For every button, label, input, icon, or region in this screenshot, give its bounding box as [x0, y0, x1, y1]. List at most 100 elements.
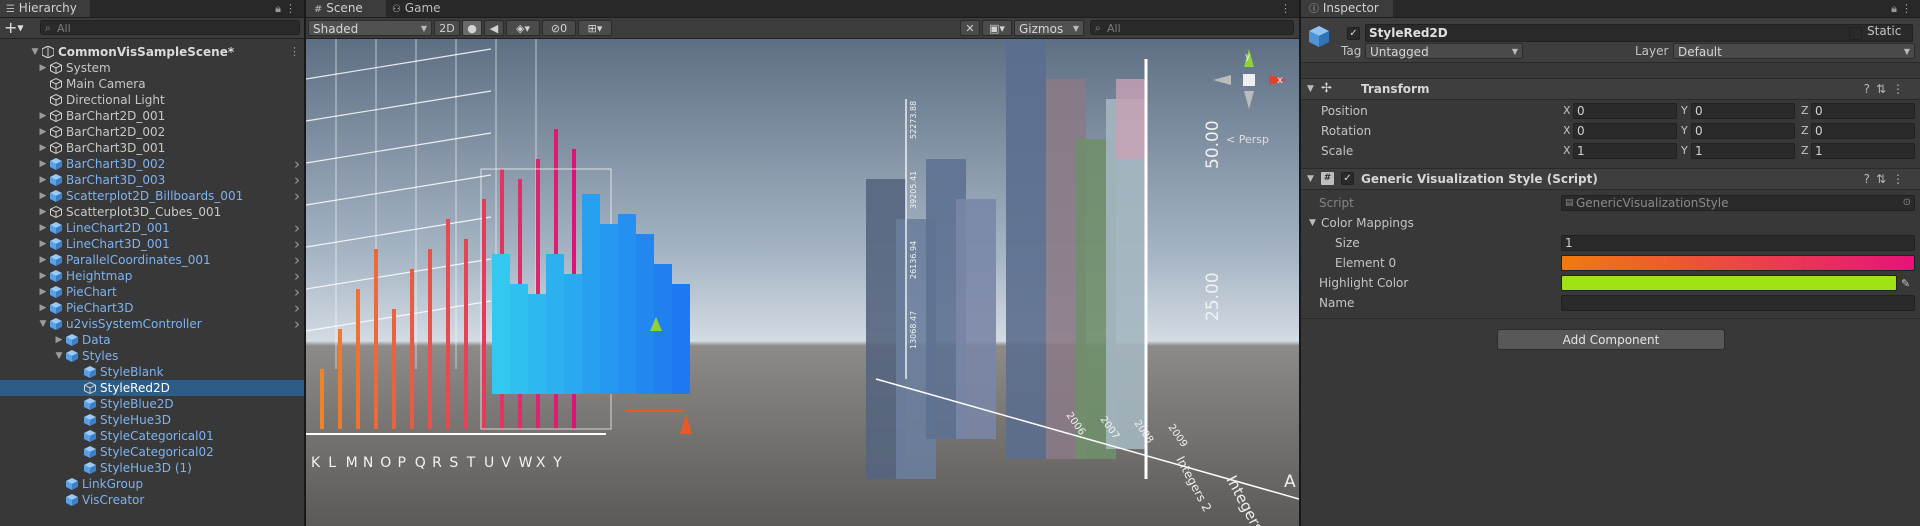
- highlight-color-field[interactable]: [1561, 275, 1897, 291]
- lighting-toggle[interactable]: ●: [462, 20, 482, 36]
- expand-right-icon[interactable]: ▶: [38, 188, 48, 204]
- gradient-field[interactable]: [1561, 255, 1915, 271]
- position-z-field[interactable]: 0: [1811, 103, 1915, 119]
- hierarchy-item[interactable]: ▼ u2visSystemController ›: [0, 316, 304, 332]
- expand-right-icon[interactable]: ▶: [38, 220, 48, 236]
- hierarchy-item[interactable]: ▶ Heightmap ›: [0, 268, 304, 284]
- help-icon[interactable]: ?: [1864, 172, 1876, 186]
- hierarchy-item[interactable]: ▶ PieChart3D ›: [0, 300, 304, 316]
- hierarchy-item[interactable]: ▶ Scatterplot3D_Cubes_001: [0, 204, 304, 220]
- camera-dropdown[interactable]: ▣▾: [982, 20, 1012, 36]
- expand-right-icon[interactable]: ▶: [38, 156, 48, 172]
- lock-icon[interactable]: 🔒︎: [275, 2, 285, 15]
- toggle-2d-button[interactable]: 2D: [434, 20, 460, 36]
- expand-right-icon[interactable]: ▶: [38, 300, 48, 316]
- hierarchy-search-input[interactable]: ⌕ All: [40, 20, 300, 35]
- layer-dropdown[interactable]: Default ▼: [1673, 43, 1915, 59]
- scene-search-input[interactable]: ⌕ All: [1090, 20, 1294, 35]
- hierarchy-item[interactable]: ▶ ParallelCoordinates_001 ›: [0, 252, 304, 268]
- audio-toggle[interactable]: ◀: [484, 20, 504, 36]
- color-mappings-row[interactable]: ▼ Color Mappings: [1301, 214, 1920, 232]
- expand-down-icon[interactable]: ▼: [54, 348, 64, 364]
- chevron-down-icon[interactable]: ▼: [1307, 169, 1314, 189]
- hierarchy-item[interactable]: ▶ LineChart3D_001 ›: [0, 236, 304, 252]
- add-component-button[interactable]: Add Component: [1497, 329, 1725, 350]
- expand-right-icon[interactable]: ▶: [38, 172, 48, 188]
- hierarchy-item[interactable]: ▶ BarChart3D_003 ›: [0, 172, 304, 188]
- effects-dropdown[interactable]: ◈▾: [506, 20, 540, 36]
- preset-icon[interactable]: ⇅: [1876, 82, 1892, 96]
- hierarchy-item[interactable]: ▶ LineChart2D_001 ›: [0, 220, 304, 236]
- hierarchy-item[interactable]: ▶ Scatterplot2D_Billboards_001 ›: [0, 188, 304, 204]
- lock-icon[interactable]: 🔒︎: [1891, 2, 1901, 15]
- hierarchy-item[interactable]: ▶ BarChart2D_002: [0, 124, 304, 140]
- hierarchy-item[interactable]: StyleRed2D: [0, 380, 304, 396]
- open-prefab-chevron-icon[interactable]: ›: [294, 172, 300, 188]
- expand-right-icon[interactable]: ▶: [38, 236, 48, 252]
- name-field[interactable]: [1561, 295, 1915, 311]
- axis-z-label[interactable]: Z: [1801, 122, 1809, 140]
- scene-root-item[interactable]: ▼ CommonVisSampleScene* ⋮: [0, 44, 304, 60]
- tools-button[interactable]: ✕: [960, 20, 980, 36]
- add-object-button[interactable]: +▼: [4, 19, 24, 37]
- open-prefab-chevron-icon[interactable]: ›: [294, 284, 300, 300]
- open-prefab-chevron-icon[interactable]: ›: [294, 316, 300, 332]
- script-enabled-checkbox[interactable]: ✓: [1341, 172, 1354, 185]
- hierarchy-item[interactable]: StyleCategorical02: [0, 444, 304, 460]
- static-checkbox[interactable]: [1849, 27, 1862, 40]
- more-menu-icon[interactable]: ⋮: [1280, 2, 1295, 15]
- preset-icon[interactable]: ⇅: [1876, 172, 1892, 186]
- grid-dropdown[interactable]: ⊞▾: [578, 20, 612, 36]
- scale-y-field[interactable]: 1: [1691, 143, 1795, 159]
- more-menu-icon[interactable]: ⋮: [285, 2, 300, 15]
- object-name-field[interactable]: StyleRed2D: [1365, 24, 1913, 42]
- expand-right-icon[interactable]: ▶: [38, 252, 48, 268]
- open-prefab-chevron-icon[interactable]: ›: [294, 252, 300, 268]
- open-prefab-chevron-icon[interactable]: ›: [294, 156, 300, 172]
- hidden-objects-toggle[interactable]: ⊘0: [542, 20, 576, 36]
- axis-z-label[interactable]: Z: [1801, 102, 1809, 120]
- hierarchy-item[interactable]: StyleBlue2D: [0, 396, 304, 412]
- hierarchy-item[interactable]: VisCreator: [0, 492, 304, 508]
- hierarchy-item[interactable]: ▶ BarChart2D_001: [0, 108, 304, 124]
- expand-down-icon[interactable]: ▼: [38, 316, 48, 332]
- position-x-field[interactable]: 0: [1573, 103, 1677, 119]
- hierarchy-item[interactable]: LinkGroup: [0, 476, 304, 492]
- hierarchy-item[interactable]: ▶ System: [0, 60, 304, 76]
- tag-dropdown[interactable]: Untagged ▼: [1365, 43, 1523, 59]
- scale-z-field[interactable]: 1: [1811, 143, 1915, 159]
- expand-right-icon[interactable]: ▶: [38, 204, 48, 220]
- persp-label[interactable]: < Persp: [1226, 133, 1269, 146]
- eyedropper-icon[interactable]: ✎: [1901, 275, 1910, 293]
- active-checkbox[interactable]: ✓: [1347, 27, 1360, 40]
- axis-y-label[interactable]: Y: [1681, 142, 1688, 160]
- scene-render[interactable]: K L M N O P Q R S T U V W X Y 52273.88 39205.41 26136.94 1…: [306, 39, 1299, 526]
- open-prefab-chevron-icon[interactable]: ›: [294, 300, 300, 316]
- scene-orientation-gizmo[interactable]: x y: [1211, 47, 1291, 127]
- hierarchy-item[interactable]: ▶ BarChart3D_001: [0, 140, 304, 156]
- axis-x-label[interactable]: X: [1563, 142, 1571, 160]
- scene-viewport[interactable]: K L M N O P Q R S T U V W X Y 52273.88 39205.41 26136.94 1…: [306, 39, 1299, 526]
- help-icon[interactable]: ?: [1864, 82, 1876, 96]
- tab-inspector[interactable]: ⓘ Inspector: [1301, 0, 1393, 17]
- hierarchy-item[interactable]: ▶ Data: [0, 332, 304, 348]
- axis-x-label[interactable]: X: [1563, 122, 1571, 140]
- hierarchy-item[interactable]: StyleBlank: [0, 364, 304, 380]
- expand-right-icon[interactable]: ▶: [54, 332, 64, 348]
- transform-header[interactable]: ▼ ✢ Transform ?⇅⋮: [1301, 78, 1920, 100]
- expand-right-icon[interactable]: ▶: [38, 140, 48, 156]
- gizmos-dropdown[interactable]: Gizmos ▼: [1014, 20, 1084, 36]
- expand-right-icon[interactable]: ▶: [38, 124, 48, 140]
- script-reference-field[interactable]: ▤ GenericVisualizationStyle ⊙: [1561, 195, 1915, 211]
- size-field[interactable]: 1: [1561, 235, 1915, 251]
- open-prefab-chevron-icon[interactable]: ›: [294, 220, 300, 236]
- expand-right-icon[interactable]: ▶: [38, 268, 48, 284]
- expand-right-icon[interactable]: ▶: [38, 284, 48, 300]
- object-picker-icon[interactable]: ⊙: [1903, 196, 1911, 210]
- tab-hierarchy[interactable]: ☰ Hierarchy: [0, 0, 90, 17]
- open-prefab-chevron-icon[interactable]: ›: [294, 268, 300, 284]
- hierarchy-item[interactable]: Directional Light: [0, 92, 304, 108]
- script-component-header[interactable]: ▼ # ✓ Generic Visualization Style (Scrip…: [1301, 168, 1920, 190]
- more-menu-icon[interactable]: ⋮: [1892, 82, 1910, 96]
- hierarchy-item[interactable]: Main Camera: [0, 76, 304, 92]
